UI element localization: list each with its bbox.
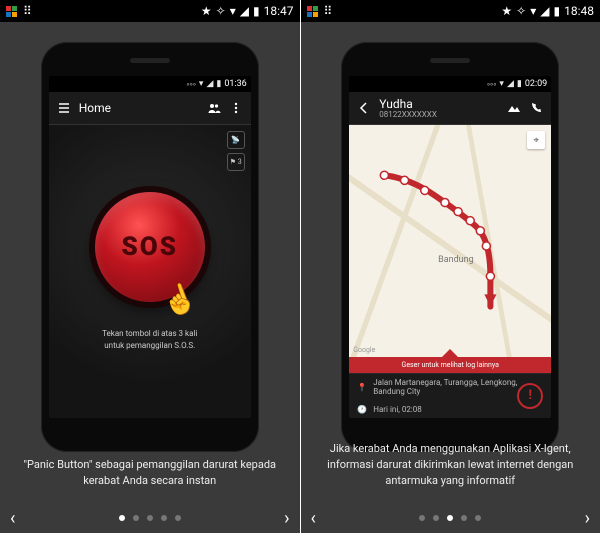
sos-label: SOS (121, 232, 178, 262)
battery-icon: ▮ (517, 79, 522, 89)
pager-dot[interactable] (119, 515, 125, 521)
silent-icon: ✧ (516, 4, 526, 18)
phone-mockup: ◦◦◦ ▾ ◢ ▮ 01:36 Home (41, 42, 259, 452)
phone-mockup: ◦◦◦ ▾ ◢ ▮ 02:09 Yudha 08122XXXXXXX (341, 42, 559, 452)
pager-dot[interactable] (161, 515, 167, 521)
contacts-icon[interactable] (207, 101, 221, 115)
signal-icon: ◢ (206, 79, 213, 89)
wifi-icon: ▾ (230, 4, 236, 18)
pager: ‹ › (0, 515, 300, 521)
overflow-icon[interactable] (229, 101, 243, 115)
map-brand: Google (353, 346, 375, 354)
wifi-icon: ▾ (199, 79, 204, 89)
contact-phone: 08122XXXXXXX (379, 111, 437, 119)
locate-me-button[interactable]: ⌖ (527, 131, 545, 149)
bbm-icon: ⠿ (324, 4, 333, 18)
log-drag-handle[interactable]: Geser untuk melihat log lainnya (349, 357, 551, 373)
broadcast-icon[interactable]: 📡 (227, 131, 245, 149)
slide-1: ⠿ ★ ✧ ▾ ◢ ▮ 18:47 ◦◦◦ ▾ ◢ ▮ 01:36 (0, 0, 300, 533)
incident-time: Hari ini, 02:08 (373, 405, 422, 414)
app-clock: 01:36 (224, 79, 246, 89)
network-icon: ◦◦◦ (487, 79, 497, 90)
pager-dot[interactable] (133, 515, 139, 521)
slide-caption: "Panic Button" sebagai pemanggilan darur… (0, 457, 300, 489)
wifi-icon: ▾ (499, 79, 504, 89)
battery-icon: ▮ (253, 4, 260, 18)
clock-icon: 🕐 (357, 405, 367, 414)
pager-dot[interactable] (461, 515, 467, 521)
contact-name: Yudha (379, 97, 437, 111)
slide-caption: Jika kerabat Anda menggunakan Aplikasi X… (301, 441, 600, 489)
wifi-icon: ▾ (530, 4, 536, 18)
prev-arrow-icon[interactable]: ‹ (10, 508, 15, 529)
flag-count[interactable]: ⚑ 3 (227, 153, 245, 171)
next-arrow-icon[interactable]: › (585, 508, 590, 529)
star-icon: ★ (501, 4, 512, 18)
call-icon[interactable] (529, 101, 543, 115)
sos-instruction: Tekan tombol di atas 3 kali untuk pemang… (92, 328, 207, 350)
app-bar: Home (49, 92, 251, 125)
map-view[interactable]: Bandung ⌖ Google (349, 125, 551, 357)
pager-dot[interactable] (175, 515, 181, 521)
pager: ‹ › (301, 515, 600, 521)
alert-icon[interactable]: ! (517, 383, 543, 409)
map-city-label: Bandung (438, 255, 474, 265)
pager-dot[interactable] (475, 515, 481, 521)
signal-icon: ◢ (507, 79, 514, 89)
apps-icon (307, 6, 318, 17)
pin-icon: 📍 (357, 383, 367, 392)
battery-icon: ▮ (554, 4, 561, 18)
side-widgets: 📡 ⚑ 3 (227, 131, 245, 171)
star-icon: ★ (201, 4, 212, 18)
device-clock: 18:48 (564, 4, 594, 18)
pager-dot[interactable] (447, 515, 453, 521)
next-arrow-icon[interactable]: › (284, 508, 289, 529)
silent-icon: ✧ (216, 4, 226, 18)
pager-dot[interactable] (433, 515, 439, 521)
back-icon[interactable] (357, 101, 371, 115)
route-path (349, 125, 551, 357)
app-status-bar: ◦◦◦ ▾ ◢ ▮ 02:09 (349, 76, 551, 92)
bbm-icon: ⠿ (23, 4, 32, 18)
tap-hand-icon: ☝ (157, 278, 203, 322)
slide-2: ⠿ ★ ✧ ▾ ◢ ▮ 18:48 ◦◦◦ ▾ ◢ ▮ 02:09 (300, 0, 600, 533)
app-status-bar: ◦◦◦ ▾ ◢ ▮ 01:36 (49, 76, 251, 92)
incident-info: 📍 Jalan Martanegara, Turangga, Lengkong,… (349, 373, 551, 418)
device-status-bar: ⠿ ★ ✧ ▾ ◢ ▮ 18:48 (301, 0, 600, 22)
pager-dot[interactable] (147, 515, 153, 521)
battery-icon: ▮ (216, 79, 221, 89)
app-bar: Yudha 08122XXXXXXX (349, 92, 551, 125)
page-title: Home (79, 101, 111, 115)
terrain-icon[interactable] (507, 101, 521, 115)
apps-icon (6, 6, 17, 17)
chevron-up-icon (442, 349, 458, 357)
device-clock: 18:47 (264, 4, 294, 18)
signal-icon: ◢ (540, 4, 549, 18)
app-clock: 02:09 (525, 79, 547, 89)
device-status-bar: ⠿ ★ ✧ ▾ ◢ ▮ 18:47 (0, 0, 300, 22)
network-icon: ◦◦◦ (186, 79, 196, 90)
sos-button[interactable]: SOS ☝ (95, 192, 205, 302)
pager-dot[interactable] (419, 515, 425, 521)
prev-arrow-icon[interactable]: ‹ (311, 508, 316, 529)
signal-icon: ◢ (240, 4, 249, 18)
menu-icon[interactable] (57, 101, 71, 115)
